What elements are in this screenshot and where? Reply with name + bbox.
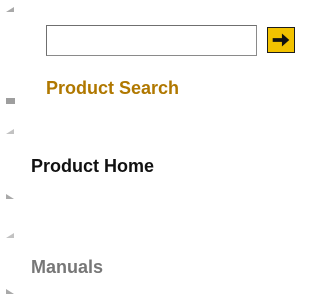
- nav-product-search[interactable]: Product Search: [46, 77, 179, 99]
- product-home-bottom-corner: [6, 194, 14, 199]
- manuals-top-corner: [6, 233, 14, 238]
- nav-manuals[interactable]: Manuals: [31, 256, 103, 278]
- product-home-top-corner: [6, 129, 14, 134]
- search-box-bottom-corner: [6, 98, 15, 104]
- manuals-bottom-corner: [6, 289, 14, 294]
- search-go-button[interactable]: [267, 27, 295, 53]
- arrow-right-icon: [272, 33, 290, 47]
- search-box-top-corner: [6, 7, 14, 12]
- nav-product-home[interactable]: Product Home: [31, 155, 154, 177]
- search-input[interactable]: [46, 25, 257, 56]
